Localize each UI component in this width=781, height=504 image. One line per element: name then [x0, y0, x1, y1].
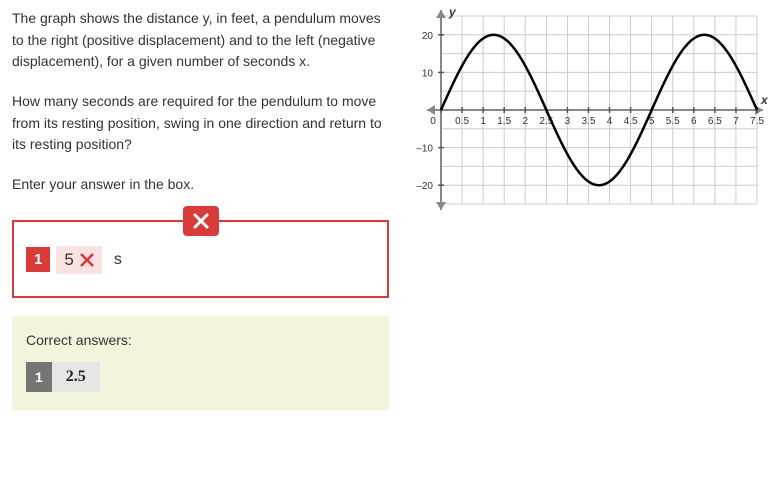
svg-text:2: 2 [522, 116, 528, 127]
svg-text:1.5: 1.5 [497, 116, 511, 127]
svg-text:20: 20 [422, 31, 434, 42]
correct-answer-title: Correct answers: [26, 332, 375, 348]
svg-text:4: 4 [607, 116, 613, 127]
pendulum-chart: 0.511.522.533.544.555.566.577.50–20–1010… [409, 8, 769, 216]
x-icon [80, 253, 94, 267]
user-answer-value[interactable]: 5 [56, 246, 101, 274]
question-para-1: The graph shows the distance y, in feet,… [12, 8, 389, 73]
svg-text:3: 3 [565, 116, 571, 127]
svg-text:0.5: 0.5 [455, 116, 469, 127]
svg-text:7: 7 [733, 116, 739, 127]
svg-text:3.5: 3.5 [582, 116, 596, 127]
svg-text:1: 1 [480, 116, 486, 127]
user-answer-panel: 1 5 s [12, 220, 389, 298]
svg-text:6: 6 [691, 116, 697, 127]
svg-text:5.5: 5.5 [666, 116, 680, 127]
svg-text:y: y [448, 8, 457, 19]
svg-text:–20: –20 [416, 181, 433, 192]
incorrect-icon [183, 206, 219, 236]
svg-text:6.5: 6.5 [708, 116, 722, 127]
svg-text:5: 5 [649, 116, 655, 127]
question-text: The graph shows the distance y, in feet,… [12, 8, 389, 214]
svg-text:0: 0 [430, 116, 436, 127]
svg-text:–10: –10 [416, 144, 433, 155]
correct-answer-panel: Correct answers: 1 2.5 [12, 316, 389, 410]
svg-text:7.5: 7.5 [750, 116, 764, 127]
question-para-2: How many seconds are required for the pe… [12, 91, 389, 156]
question-para-3: Enter your answer in the box. [12, 174, 389, 196]
svg-text:10: 10 [422, 68, 434, 79]
correct-answer-row: 1 2.5 [26, 362, 375, 392]
user-answer-text: 5 [64, 250, 73, 270]
svg-text:4.5: 4.5 [624, 116, 638, 127]
svg-text:x: x [760, 93, 769, 107]
answer-index-badge: 1 [26, 247, 50, 272]
answer-row: 1 5 s [26, 246, 375, 274]
unit-label: s [114, 251, 122, 269]
correct-index-badge: 1 [26, 362, 52, 392]
correct-value: 2.5 [52, 362, 100, 392]
